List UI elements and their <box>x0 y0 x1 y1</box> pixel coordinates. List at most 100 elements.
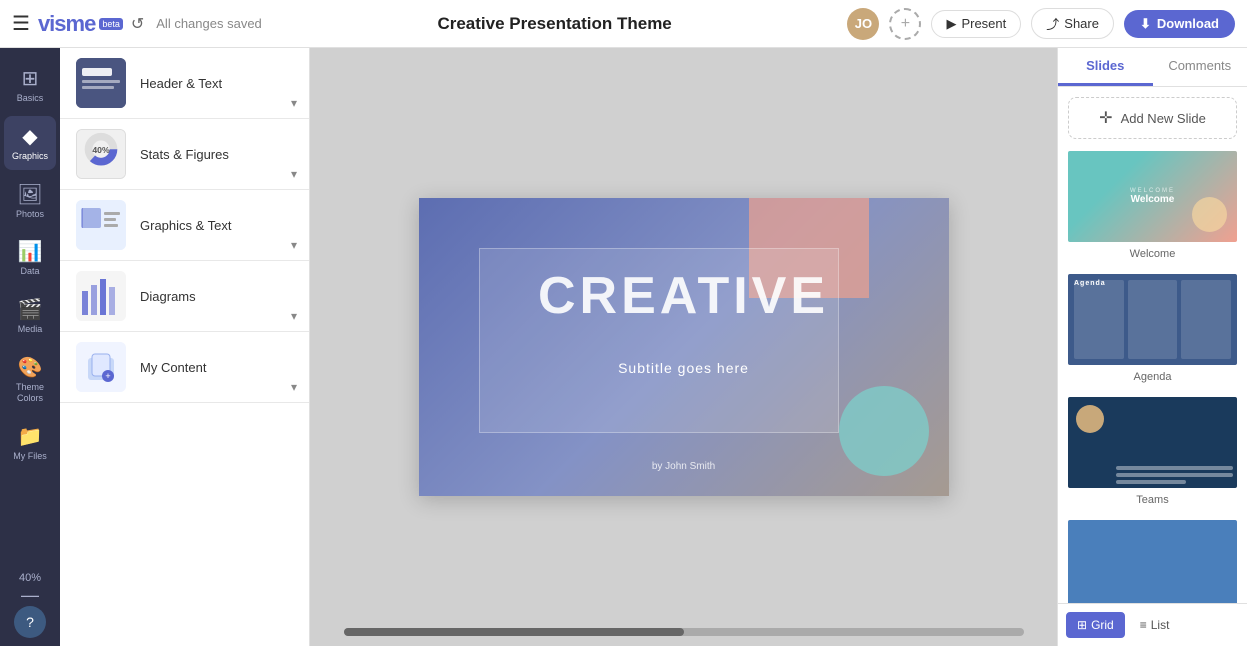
slide-thumb-img-5 <box>1066 518 1239 603</box>
slide-thumb-img-2: WELCOME Welcome <box>1066 149 1239 244</box>
header-text-thumb-svg <box>76 58 126 108</box>
panel-item-stats[interactable]: 40% Stats & Figures ▾ <box>60 119 309 190</box>
welcome-thumb: WELCOME Welcome <box>1068 151 1237 242</box>
slide-thumb-img-4 <box>1066 395 1239 490</box>
logo-text: visme <box>38 11 95 37</box>
share-icon: ⤴ <box>1046 14 1059 33</box>
present-button[interactable]: ▶ Present <box>931 10 1021 38</box>
chevron-down-icon: ▾ <box>291 380 297 394</box>
slide-thumb-img-3: Agenda <box>1066 272 1239 367</box>
svg-text:40%: 40% <box>92 145 110 155</box>
slide-thumbnail-5[interactable]: 5 <box>1066 518 1239 603</box>
agenda-text: Agenda <box>1074 280 1106 287</box>
panel-item-my-content[interactable]: + My Content ▾ <box>60 332 309 403</box>
sidebar-item-media[interactable]: 🎬 Media <box>4 289 56 343</box>
diagrams-thumb-svg <box>76 271 126 321</box>
slide-thumbnail-3[interactable]: 3 Agenda Agenda <box>1066 272 1239 383</box>
theme-colors-icon: 🎨 <box>18 355 43 380</box>
my-content-label: My Content <box>140 360 206 375</box>
graphics-text-thumb-svg <box>76 200 126 250</box>
welcome-circle <box>1192 197 1227 232</box>
sidebar-item-basics[interactable]: ⊞ Basics <box>4 58 56 112</box>
sidebar-item-my-files[interactable]: 📁 My Files <box>4 416 56 470</box>
download-icon: ⬇ <box>1140 16 1151 32</box>
panel-item-diagrams[interactable]: Diagrams ▾ <box>60 261 309 332</box>
download-button[interactable]: ⬇ Download <box>1124 10 1235 38</box>
share-button[interactable]: ⤴ Share <box>1031 8 1114 39</box>
zoom-percent: 40% <box>19 572 41 584</box>
main-slide-canvas[interactable]: CREATIVE Subtitle goes here by John Smit… <box>419 198 949 496</box>
logo: visme beta <box>38 11 123 37</box>
header-text-label: Header & Text <box>140 76 222 91</box>
play-icon: ▶ <box>946 16 956 32</box>
document-title: Creative Presentation Theme <box>272 14 838 34</box>
slide-subtitle: Subtitle goes here <box>618 360 749 376</box>
view-controls: ⊞ Grid ≡ List <box>1058 603 1247 646</box>
photos-icon: 🖼 <box>17 182 42 207</box>
add-slide-label: Add New Slide <box>1121 111 1206 126</box>
chevron-down-icon: ▾ <box>291 238 297 252</box>
slide-thumbnail-4[interactable]: 4 Teams <box>1066 395 1239 506</box>
zoom-area: 40% — ? <box>14 572 46 646</box>
media-icon: 🎬 <box>18 297 43 322</box>
teams-thumb <box>1068 397 1237 488</box>
add-collaborator-button[interactable]: + <box>889 8 921 40</box>
panel-item-header-text[interactable]: Header & Text ▾ <box>60 48 309 119</box>
stats-thumbnail: 40% <box>76 129 126 179</box>
grid-view-button[interactable]: ⊞ Grid <box>1066 612 1125 638</box>
plus-icon: ✛ <box>1099 108 1112 128</box>
sidebar-item-photos[interactable]: 🖼 Photos <box>4 174 56 228</box>
teams-lines <box>1072 460 1233 484</box>
slide-main-text: CREATIVE <box>538 266 829 326</box>
sidebar-item-theme-colors[interactable]: 🎨 Theme Colors <box>4 347 56 412</box>
sidebar-item-graphics[interactable]: ◆ Graphics <box>4 116 56 170</box>
header-text-thumbnail <box>76 58 126 108</box>
nav-right: JO + ▶ Present ⤴ Share ⬇ Download <box>847 8 1235 40</box>
graphics-icon: ◆ <box>22 124 37 149</box>
graphics-text-label: Graphics & Text <box>140 218 232 233</box>
diagrams-thumbnail <box>76 271 126 321</box>
data-icon: 📊 <box>18 239 43 264</box>
avatar[interactable]: JO <box>847 8 879 40</box>
logo-beta: beta <box>99 18 123 30</box>
chevron-down-icon: ▾ <box>291 167 297 181</box>
chevron-down-icon: ▾ <box>291 309 297 323</box>
basics-icon: ⊞ <box>22 66 39 91</box>
scrollbar-thumb[interactable] <box>344 628 684 636</box>
welcome-large-text: Welcome <box>1130 194 1175 205</box>
graphics-text-thumbnail <box>76 200 126 250</box>
teal-circle-block <box>839 386 929 476</box>
nav-left: ☰ visme beta ↺ All changes saved <box>12 11 262 37</box>
main-layout: ⊞ Basics ◆ Graphics 🖼 Photos 📊 Data 🎬 Me… <box>0 48 1247 646</box>
grid-icon: ⊞ <box>1077 618 1087 632</box>
slides-tabs: Slides Comments <box>1058 48 1247 87</box>
horizontal-scrollbar[interactable] <box>344 628 1024 636</box>
plain-thumb <box>1068 520 1237 603</box>
slide-label-2: Welcome <box>1066 248 1239 260</box>
slide-label-4: Teams <box>1066 494 1239 506</box>
agenda-thumb: Agenda <box>1068 274 1237 365</box>
slide-thumbnail-2[interactable]: 2 WELCOME Welcome Welcome <box>1066 149 1239 260</box>
list-view-button[interactable]: ≡ List <box>1129 612 1181 638</box>
list-icon: ≡ <box>1140 618 1147 632</box>
slide-label-3: Agenda <box>1066 371 1239 383</box>
content-panel: Header & Text ▾ 40% Stats & Figures ▾ <box>60 48 310 646</box>
icon-sidebar: ⊞ Basics ◆ Graphics 🖼 Photos 📊 Data 🎬 Me… <box>0 48 60 646</box>
tab-comments[interactable]: Comments <box>1153 48 1247 86</box>
canvas-area: CREATIVE Subtitle goes here by John Smit… <box>310 48 1057 646</box>
panel-item-graphics-text[interactable]: Graphics & Text ▾ <box>60 190 309 261</box>
chevron-down-icon: ▾ <box>291 96 297 110</box>
svg-text:+: + <box>105 371 110 381</box>
stats-label: Stats & Figures <box>140 147 229 162</box>
my-files-icon: 📁 <box>18 424 43 449</box>
slides-list: 2 WELCOME Welcome Welcome 3 <box>1058 149 1247 603</box>
slide-background <box>419 198 949 496</box>
sidebar-item-data[interactable]: 📊 Data <box>4 231 56 285</box>
teams-avatar-circle <box>1076 405 1104 433</box>
tab-slides[interactable]: Slides <box>1058 48 1153 86</box>
menu-icon[interactable]: ☰ <box>12 11 30 36</box>
help-button[interactable]: ? <box>14 606 46 638</box>
add-new-slide-button[interactable]: ✛ Add New Slide <box>1068 97 1237 139</box>
undo-icon[interactable]: ↺ <box>131 14 144 34</box>
zoom-minus-icon[interactable]: — <box>21 586 39 604</box>
